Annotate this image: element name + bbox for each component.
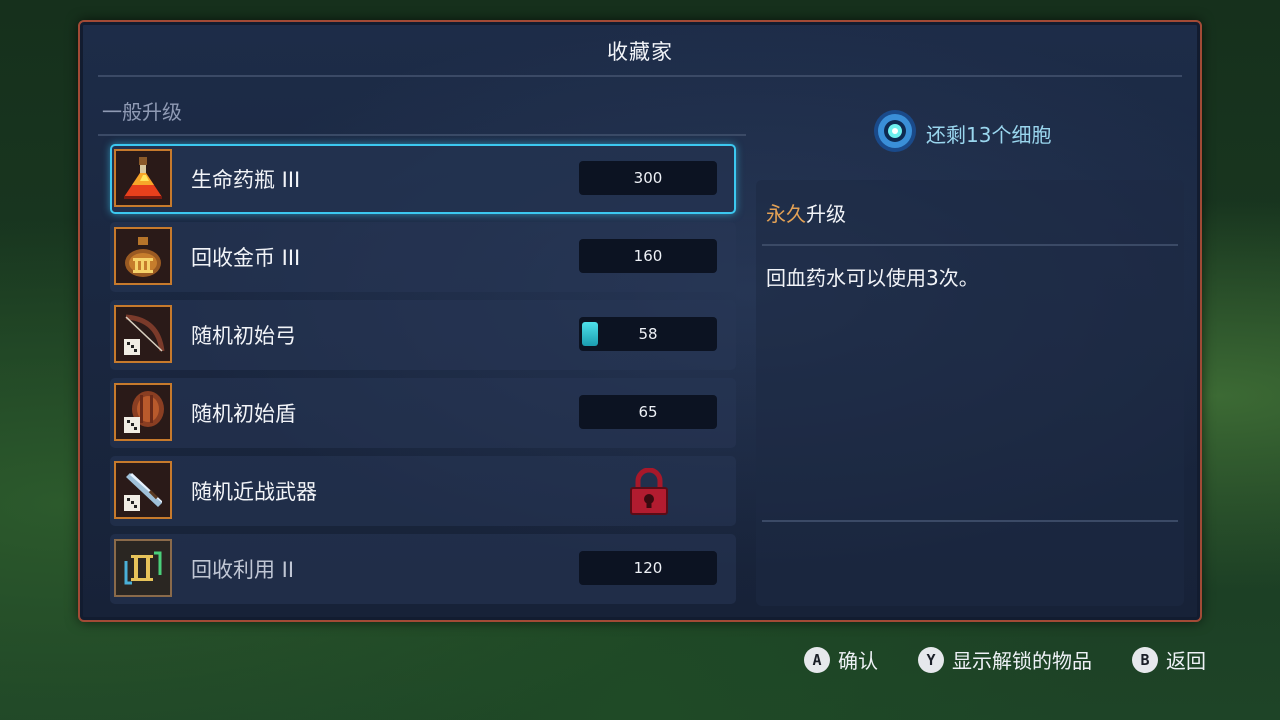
cost-box: 120: [579, 551, 717, 585]
detail-panel: 永久升级 回血药水可以使用3次。: [756, 180, 1184, 606]
upgrade-item-random-bow[interactable]: 随机初始弓 58: [110, 300, 736, 370]
detail-description: 回血药水可以使用3次。: [766, 266, 979, 290]
cost-value: 300: [633, 169, 663, 187]
detail-title-rest: 升级: [806, 202, 846, 226]
collector-panel: 收藏家 一般升级 生命药瓶 III 300 回收金币 III 160 随机初始弓…: [78, 20, 1202, 622]
cost-value: 65: [638, 403, 658, 421]
cost-box: 58: [579, 317, 717, 351]
cost-progress-fill: [582, 322, 598, 346]
random-melee-icon: [114, 461, 172, 519]
detail-divider-bottom: [762, 520, 1178, 522]
title-divider: [98, 75, 1182, 77]
show-unlocked-hint[interactable]: Y 显示解锁的物品: [918, 645, 1092, 674]
upgrade-item-random-shield[interactable]: 随机初始盾 65: [110, 378, 736, 448]
cost-value: 120: [633, 559, 663, 577]
upgrade-item-health-flask[interactable]: 生命药瓶 III 300: [110, 144, 736, 214]
upgrade-label: 随机近战武器: [191, 480, 317, 504]
upgrade-item-random-melee[interactable]: 随机近战武器: [110, 456, 736, 526]
panel-title: 收藏家: [607, 40, 673, 64]
section-divider: [98, 134, 746, 136]
cost-box: 300: [579, 161, 717, 195]
upgrade-item-gold-recycle[interactable]: 回收金币 III 160: [110, 222, 736, 292]
lock-icon: [628, 467, 670, 520]
back-hint[interactable]: B 返回: [1132, 645, 1206, 674]
upgrade-item-recycle[interactable]: 回收利用 II 120: [110, 534, 736, 604]
random-shield-icon: [114, 383, 172, 441]
upgrade-list: 生命药瓶 III 300 回收金币 III 160 随机初始弓 58 随机初始盾…: [110, 144, 736, 612]
upgrade-label: 回收金币 III: [191, 246, 301, 270]
upgrade-label: 生命药瓶 III: [191, 168, 301, 192]
a-button-icon: A: [804, 646, 830, 673]
show-unlocked-label: 显示解锁的物品: [952, 649, 1092, 673]
recycle-icon: [114, 539, 172, 597]
cost-box: 65: [579, 395, 717, 429]
gold-bag-icon: [114, 227, 172, 285]
button-hints: A 确认 Y 显示解锁的物品 B 返回: [804, 645, 1206, 674]
confirm-label: 确认: [838, 649, 878, 673]
cost-value: 58: [638, 325, 658, 343]
cells-remaining: 还剩13个细胞: [872, 108, 1051, 158]
upgrade-label: 随机初始盾: [191, 402, 296, 426]
upgrade-label: 回收利用 II: [191, 558, 295, 582]
b-button-icon: B: [1132, 646, 1158, 673]
detail-title-accent: 永久: [766, 202, 806, 226]
cost-value: 160: [633, 247, 663, 265]
cells-remaining-text: 还剩13个细胞: [926, 122, 1052, 147]
confirm-hint[interactable]: A 确认: [804, 645, 878, 674]
cell-icon: [872, 108, 918, 158]
back-label: 返回: [1166, 649, 1206, 673]
section-label: 一般升级: [102, 100, 182, 124]
cost-box: 160: [579, 239, 717, 273]
detail-divider-top: [762, 244, 1178, 246]
detail-title: 永久升级: [766, 198, 846, 227]
random-bow-icon: [114, 305, 172, 363]
health-flask-icon: [114, 149, 172, 207]
upgrade-label: 随机初始弓: [191, 324, 296, 348]
y-button-icon: Y: [918, 646, 944, 673]
